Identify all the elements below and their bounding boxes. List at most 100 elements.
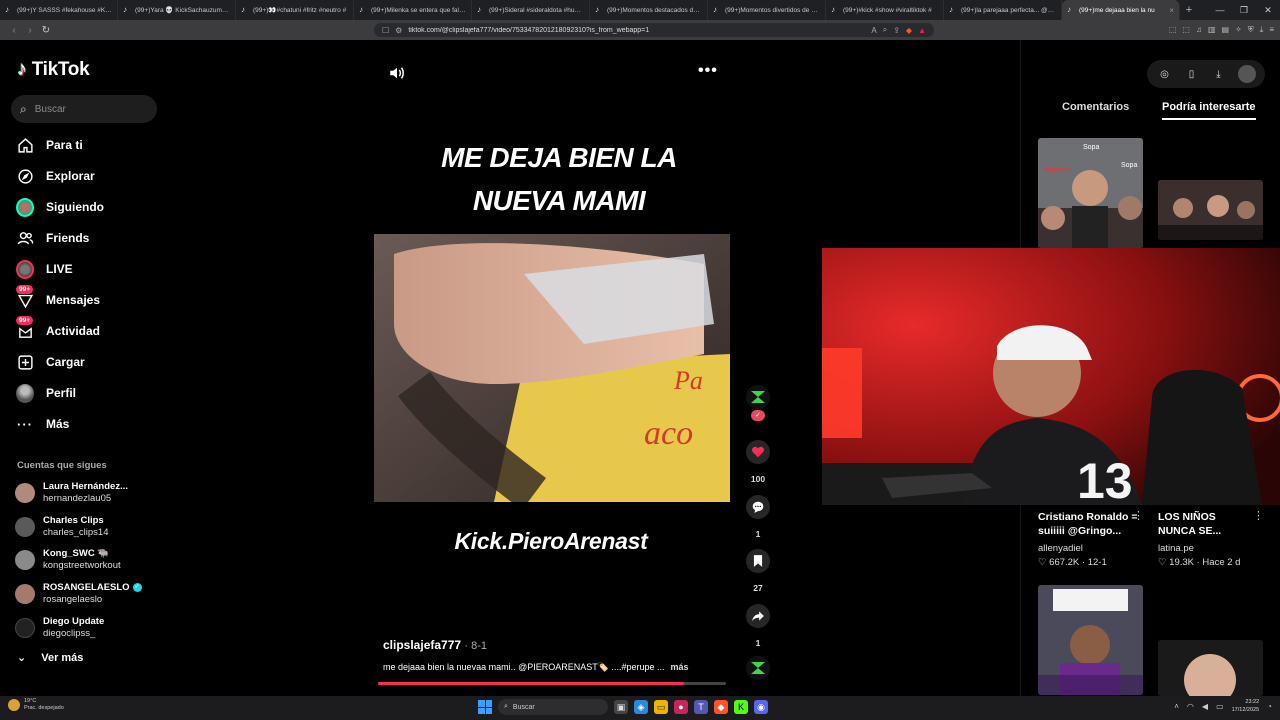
recommended-video-thumbnail[interactable] [1158, 640, 1263, 696]
recommended-video-title[interactable]: LOS NIÑOS NUNCA SE... [1158, 510, 1248, 538]
sidebar-item-mas[interactable]: ··· Más [16, 415, 69, 433]
file-explorer-icon[interactable]: ▭ [654, 700, 668, 714]
forward-icon[interactable]: › [22, 25, 38, 36]
browser-tab[interactable]: ♪ (99+)Yara 💀 KickSachauzumaki # [118, 0, 236, 20]
tab-podria-interesarte[interactable]: Podría interesarte [1162, 101, 1256, 120]
browser-tab[interactable]: ♪ (99+)me dejaaa bien la nu × [1062, 0, 1180, 20]
sidebar-toggle-icon[interactable]: ▥ [1208, 25, 1216, 35]
brave-rewards-icon[interactable]: ▲ [918, 26, 926, 35]
search-input[interactable] [34, 103, 135, 115]
weather-widget[interactable]: 19°C Prac. despejado [8, 698, 64, 712]
menu-icon[interactable]: ≡ [1269, 25, 1274, 35]
sidebar-item-para-ti[interactable]: Para ti [16, 136, 83, 154]
save-button[interactable] [746, 549, 770, 573]
discord-icon[interactable]: ◉ [754, 700, 768, 714]
wifi-icon[interactable]: ◠ [1187, 702, 1194, 711]
volume-icon[interactable] [388, 64, 406, 82]
recommended-video-author[interactable]: allenyadiel [1038, 543, 1083, 554]
sidebar-item-friends[interactable]: Friends [16, 229, 89, 247]
followed-account[interactable]: Kong_SWC 🐃 kongstreetworkout [15, 548, 121, 572]
creator-avatar[interactable] [746, 385, 770, 409]
reload-icon[interactable]: ↻ [38, 25, 54, 36]
close-tab-icon[interactable]: × [1169, 6, 1174, 15]
url-text[interactable]: tiktok.com/@clipslajefa777/video/7533478… [408, 27, 865, 34]
share-button[interactable] [746, 604, 770, 628]
comment-button[interactable] [746, 495, 770, 519]
wallet-icon[interactable]: ▤ [1222, 25, 1230, 35]
followed-account[interactable]: Charles Clips charles_clips14 [15, 515, 108, 539]
recommended-video-author[interactable]: latina.pe [1158, 543, 1194, 554]
browser-tab[interactable]: ♪ (99+)#kick #show #viraltiktok # [826, 0, 944, 20]
browser-tab[interactable]: ♪ (99+)👀#chatuni #fritz #neutro # [236, 0, 354, 20]
download-icon[interactable]: ⤓ [1260, 25, 1264, 35]
sidebar-item-cargar[interactable]: Cargar [16, 353, 85, 371]
sidebar-item-explorar[interactable]: Explorar [16, 167, 95, 185]
brave-shield-icon[interactable]: ◆ [906, 26, 912, 35]
recommended-video-thumbnail[interactable] [1038, 585, 1143, 695]
kick-icon[interactable]: K [734, 700, 748, 714]
browser-tab[interactable]: ♪ (99+)la parejaaa perfecta... @PIER [944, 0, 1062, 20]
copilot-icon[interactable]: ◈ [634, 700, 648, 714]
more-link[interactable]: más [670, 662, 688, 672]
browser-tab[interactable]: ♪ (99+)Momentos divertidos de Kick [708, 0, 826, 20]
media-icon[interactable]: ♫ [1196, 25, 1202, 35]
recommended-video-title[interactable]: Cristiano Ronaldo = suiiiii @Gringo... [1038, 510, 1138, 538]
omnibox[interactable]: ☐ ⚙ tiktok.com/@clipslajefa777/video/753… [374, 23, 934, 37]
video-author[interactable]: clipslajefa777 · 8-1 [383, 638, 487, 652]
video-progress-bar[interactable] [378, 682, 726, 685]
back-icon[interactable]: ‹ [6, 25, 22, 36]
leo-icon[interactable]: ✧ [1235, 25, 1242, 35]
video-player[interactable]: aco Pa [374, 234, 730, 502]
translate-icon[interactable]: A [871, 26, 876, 35]
like-button[interactable] [746, 440, 770, 464]
tab-comentarios[interactable]: Comentarios [1062, 101, 1129, 113]
coins-icon[interactable]: ◎ [1157, 66, 1173, 82]
windows-start-icon[interactable] [478, 700, 492, 714]
new-tab-button[interactable]: + [1180, 4, 1198, 16]
maximize-button[interactable]: ❐ [1232, 5, 1256, 16]
download-app-icon[interactable]: ⤓ [1211, 66, 1227, 82]
recommended-video-thumbnail[interactable]: Sopa Sopa Impostor [1038, 138, 1143, 248]
sidebar-item-siguiendo[interactable]: Siguiendo [16, 197, 104, 217]
chevron-up-icon[interactable]: ˄ [1174, 702, 1179, 711]
battery-icon[interactable]: ▭ [1216, 702, 1224, 711]
browser-tab[interactable]: ♪ (99+)Milenka se entera que fallecí [354, 0, 472, 20]
avatar[interactable] [1237, 65, 1256, 83]
followed-account[interactable]: Laura Hernández... hernandezlau05 [15, 481, 128, 505]
browser-tab[interactable]: ♪ (99+)Sideral #sideraldota #humor [472, 0, 590, 20]
sidebar-item-mensajes[interactable]: 99+ Mensajes [16, 285, 100, 309]
teams-icon[interactable]: T [694, 700, 708, 714]
vpn-icon[interactable]: ⛨ [1248, 25, 1254, 35]
browser-tab[interactable]: ♪ (99+)Y SASSS #fekahouse #Kingstr [0, 0, 118, 20]
taskbar-search[interactable]: ⌕ Buscar [498, 699, 608, 715]
sidebar-item-actividad[interactable]: 99+ Actividad [16, 316, 100, 340]
site-info-icon[interactable]: ⚙ [395, 26, 402, 35]
followed-account[interactable]: ROSANGELAESLO ✓ rosangelaeslo [15, 582, 142, 606]
kebab-menu-icon[interactable]: ⋮ [1253, 509, 1264, 522]
minimize-button[interactable]: — [1208, 5, 1232, 16]
browser-tab[interactable]: ♪ (99+)Momentos destacados de Pe [590, 0, 708, 20]
brave-browser-icon[interactable]: ◆ [714, 700, 728, 714]
kebab-menu-icon[interactable]: ⋮ [1133, 509, 1144, 522]
app-icon[interactable]: ● [674, 700, 688, 714]
extension-icon[interactable]: ⬚ [1182, 25, 1190, 35]
speaker-icon[interactable]: ◀ [1202, 702, 1208, 711]
task-view-icon[interactable]: ▣ [614, 700, 628, 714]
extension-icon[interactable]: ⬚ [1169, 25, 1177, 35]
more-options-icon[interactable]: ••• [698, 63, 718, 82]
close-window-button[interactable]: ✕ [1256, 5, 1280, 16]
follow-check-button[interactable]: ✓ [751, 410, 765, 421]
see-more-button[interactable]: ⌄ Ver más [17, 651, 83, 665]
sidebar-item-live[interactable]: LIVE [16, 259, 73, 279]
bookmark-icon[interactable]: ☐ [382, 26, 389, 35]
share-icon[interactable]: ⇪ [893, 26, 900, 35]
sound-disc-icon[interactable] [746, 656, 770, 680]
notification-bell-icon[interactable]: ◔ [1267, 702, 1272, 711]
phone-icon[interactable]: ▯ [1184, 66, 1200, 82]
author-name[interactable]: clipslajefa777 [383, 638, 461, 652]
search-box[interactable]: ⌕ [11, 95, 157, 123]
zoom-icon[interactable]: ⌕ [883, 25, 887, 35]
clock[interactable]: 23:22 17/12/2025 [1232, 698, 1260, 714]
recommended-video-thumbnail[interactable] [1158, 180, 1263, 240]
sidebar-item-perfil[interactable]: Perfil [16, 383, 76, 403]
